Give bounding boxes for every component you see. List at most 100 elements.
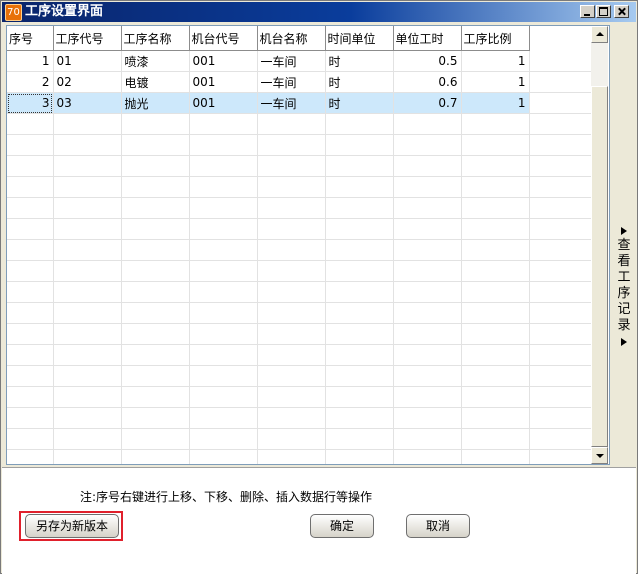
empty-cell[interactable] bbox=[7, 428, 54, 450]
empty-cell[interactable] bbox=[53, 365, 122, 387]
empty-cell[interactable] bbox=[257, 386, 326, 408]
empty-cell[interactable] bbox=[257, 281, 326, 303]
empty-cell[interactable] bbox=[461, 344, 530, 366]
empty-row[interactable] bbox=[7, 365, 593, 387]
empty-cell[interactable] bbox=[121, 134, 190, 156]
empty-cell[interactable] bbox=[325, 428, 394, 450]
view-process-records-tab[interactable]: 查看工序记录 bbox=[614, 223, 634, 373]
cell-machine-name[interactable]: 一车间 bbox=[257, 71, 326, 93]
empty-cell[interactable] bbox=[257, 302, 326, 324]
empty-cell[interactable] bbox=[7, 239, 54, 261]
empty-cell[interactable] bbox=[529, 260, 593, 282]
empty-cell[interactable] bbox=[7, 155, 54, 177]
cell-machine-code[interactable]: 001 bbox=[189, 92, 258, 114]
empty-row[interactable] bbox=[7, 197, 593, 219]
empty-cell[interactable] bbox=[189, 407, 258, 429]
empty-cell[interactable] bbox=[189, 260, 258, 282]
empty-cell[interactable] bbox=[121, 449, 190, 464]
empty-cell[interactable] bbox=[461, 197, 530, 219]
empty-cell[interactable] bbox=[461, 239, 530, 261]
empty-cell[interactable] bbox=[7, 386, 54, 408]
empty-cell[interactable] bbox=[325, 218, 394, 240]
empty-cell[interactable] bbox=[257, 365, 326, 387]
table-row-selected[interactable]: 3 03 抛光 001 一车间 时 0.7 1 bbox=[7, 92, 593, 114]
minimize-button[interactable] bbox=[580, 5, 595, 18]
empty-cell[interactable] bbox=[7, 176, 54, 198]
header-seq[interactable]: 序号 bbox=[7, 26, 54, 51]
empty-cell[interactable] bbox=[257, 239, 326, 261]
empty-cell[interactable] bbox=[325, 197, 394, 219]
empty-cell[interactable] bbox=[461, 113, 530, 135]
empty-cell[interactable] bbox=[53, 218, 122, 240]
empty-cell[interactable] bbox=[393, 281, 462, 303]
empty-cell[interactable] bbox=[461, 365, 530, 387]
cancel-button[interactable]: 取消 bbox=[406, 514, 470, 538]
cell-unit-hours[interactable]: 0.5 bbox=[393, 50, 462, 72]
empty-cell[interactable] bbox=[189, 197, 258, 219]
cell-unit-hours[interactable]: 0.6 bbox=[393, 71, 462, 93]
empty-cell[interactable] bbox=[53, 281, 122, 303]
empty-cell[interactable] bbox=[257, 323, 326, 345]
empty-cell[interactable] bbox=[461, 386, 530, 408]
empty-cell[interactable] bbox=[461, 176, 530, 198]
empty-cell[interactable] bbox=[53, 323, 122, 345]
empty-cell[interactable] bbox=[529, 197, 593, 219]
empty-cell[interactable] bbox=[121, 428, 190, 450]
empty-cell[interactable] bbox=[7, 281, 54, 303]
empty-cell[interactable] bbox=[461, 428, 530, 450]
empty-cell[interactable] bbox=[257, 428, 326, 450]
header-process-ratio[interactable]: 工序比例 bbox=[461, 26, 530, 51]
empty-cell[interactable] bbox=[53, 155, 122, 177]
empty-cell[interactable] bbox=[7, 113, 54, 135]
cell-machine-name[interactable]: 一车间 bbox=[257, 50, 326, 72]
header-machine-code[interactable]: 机台代号 bbox=[189, 26, 258, 51]
empty-cell[interactable] bbox=[53, 407, 122, 429]
empty-row[interactable] bbox=[7, 155, 593, 177]
empty-cell[interactable] bbox=[189, 176, 258, 198]
empty-cell[interactable] bbox=[393, 260, 462, 282]
cell-process-ratio[interactable]: 1 bbox=[461, 92, 530, 114]
cell-process-name[interactable]: 抛光 bbox=[121, 92, 190, 114]
close-button[interactable] bbox=[614, 5, 629, 18]
empty-cell[interactable] bbox=[257, 176, 326, 198]
empty-cell[interactable] bbox=[7, 449, 54, 464]
empty-cell[interactable] bbox=[461, 302, 530, 324]
empty-cell[interactable] bbox=[53, 386, 122, 408]
empty-cell[interactable] bbox=[7, 365, 54, 387]
empty-cell[interactable] bbox=[529, 281, 593, 303]
empty-cell[interactable] bbox=[529, 176, 593, 198]
empty-cell[interactable] bbox=[7, 260, 54, 282]
empty-cell[interactable] bbox=[121, 281, 190, 303]
empty-cell[interactable] bbox=[121, 239, 190, 261]
empty-cell[interactable] bbox=[393, 134, 462, 156]
empty-row[interactable] bbox=[7, 176, 593, 198]
cell-process-name[interactable]: 喷漆 bbox=[121, 50, 190, 72]
empty-cell[interactable] bbox=[189, 323, 258, 345]
empty-row[interactable] bbox=[7, 113, 593, 135]
cell-process-ratio[interactable]: 1 bbox=[461, 50, 530, 72]
empty-cell[interactable] bbox=[393, 365, 462, 387]
empty-cell[interactable] bbox=[325, 386, 394, 408]
empty-cell[interactable] bbox=[7, 197, 54, 219]
vertical-scrollbar[interactable] bbox=[591, 26, 608, 464]
scroll-up-arrow-icon[interactable] bbox=[591, 26, 608, 43]
cell-time-unit[interactable]: 时 bbox=[325, 92, 394, 114]
cell-process-name[interactable]: 电镀 bbox=[121, 71, 190, 93]
empty-cell[interactable] bbox=[189, 218, 258, 240]
empty-row[interactable] bbox=[7, 302, 593, 324]
empty-cell[interactable] bbox=[257, 197, 326, 219]
empty-cell[interactable] bbox=[257, 218, 326, 240]
empty-row[interactable] bbox=[7, 281, 593, 303]
empty-cell[interactable] bbox=[121, 323, 190, 345]
empty-cell[interactable] bbox=[529, 302, 593, 324]
empty-cell[interactable] bbox=[121, 176, 190, 198]
cell-machine-code[interactable]: 001 bbox=[189, 50, 258, 72]
empty-cell[interactable] bbox=[325, 155, 394, 177]
empty-row[interactable] bbox=[7, 260, 593, 282]
cell-unit-hours[interactable]: 0.7 bbox=[393, 92, 462, 114]
ok-button[interactable]: 确定 bbox=[310, 514, 374, 538]
empty-row[interactable] bbox=[7, 323, 593, 345]
empty-cell[interactable] bbox=[257, 260, 326, 282]
empty-cell[interactable] bbox=[461, 323, 530, 345]
empty-cell[interactable] bbox=[189, 386, 258, 408]
